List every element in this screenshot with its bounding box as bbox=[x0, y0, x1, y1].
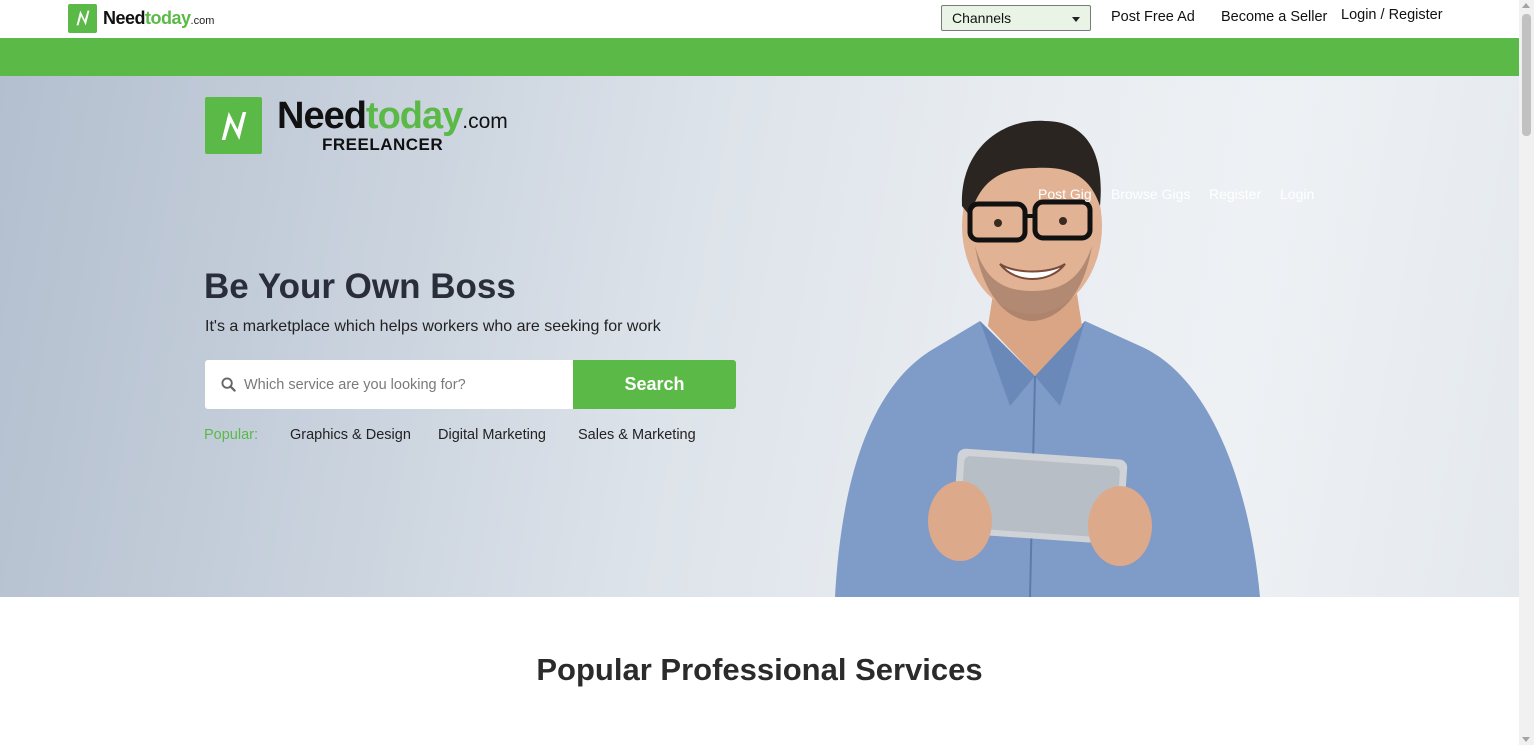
popular-link-digital-marketing[interactable]: Digital Marketing bbox=[438, 427, 546, 443]
freelancer-logo[interactable]: Needtoday.com FREELANCER bbox=[205, 97, 508, 154]
hero-subtitle: It's a marketplace which helps workers w… bbox=[205, 318, 661, 335]
logo-icon bbox=[68, 3, 97, 33]
hero-title: Be Your Own Boss bbox=[204, 267, 516, 306]
caret-down-icon bbox=[1072, 17, 1080, 22]
scroll-thumb[interactable] bbox=[1522, 14, 1531, 136]
popular-link-sales-marketing[interactable]: Sales & Marketing bbox=[578, 427, 696, 443]
freelancer-brand-subtitle: FREELANCER bbox=[322, 135, 444, 154]
scroll-up-arrow-icon[interactable] bbox=[1522, 3, 1530, 8]
service-search-form: Search bbox=[205, 360, 736, 409]
hero-nav-post-gig[interactable]: Post Gig bbox=[1038, 186, 1092, 202]
hero-nav-browse-gigs[interactable]: Browse Gigs bbox=[1111, 186, 1190, 202]
search-field bbox=[205, 360, 573, 409]
search-icon bbox=[221, 377, 236, 392]
section-title: Popular Professional Services bbox=[536, 652, 983, 687]
green-banner-bar bbox=[0, 38, 1519, 76]
popular-link-graphics-design[interactable]: Graphics & Design bbox=[290, 427, 411, 443]
channels-select-value: Channels bbox=[952, 10, 1012, 26]
site-logo[interactable]: Needtoday.com bbox=[68, 3, 214, 33]
freelancer-brand-name: Needtoday.com bbox=[277, 95, 508, 137]
logo-icon bbox=[205, 97, 262, 154]
search-button[interactable]: Search bbox=[573, 360, 736, 409]
hero-section: Needtoday.com FREELANCER Post Gig Browse… bbox=[0, 76, 1519, 597]
channels-select[interactable]: Channels bbox=[941, 5, 1091, 31]
hero-nav-login[interactable]: Login bbox=[1280, 186, 1314, 202]
post-free-ad-link[interactable]: Post Free Ad bbox=[1111, 9, 1195, 25]
popular-label: Popular: bbox=[204, 427, 259, 443]
hero-nav-register[interactable]: Register bbox=[1209, 186, 1261, 202]
logo-text: Needtoday.com bbox=[103, 7, 215, 28]
search-input[interactable] bbox=[244, 376, 544, 393]
login-register-link[interactable]: Login / Register bbox=[1341, 7, 1443, 23]
freelancer-brand: Needtoday.com FREELANCER bbox=[277, 97, 508, 153]
page-scrollbar[interactable] bbox=[1519, 0, 1534, 745]
become-seller-link[interactable]: Become a Seller bbox=[1221, 9, 1327, 25]
scroll-down-arrow-icon[interactable] bbox=[1522, 737, 1530, 742]
hero-person-image bbox=[835, 120, 1260, 597]
top-navbar: Needtoday.com Channels Post Free Ad Beco… bbox=[0, 0, 1519, 38]
